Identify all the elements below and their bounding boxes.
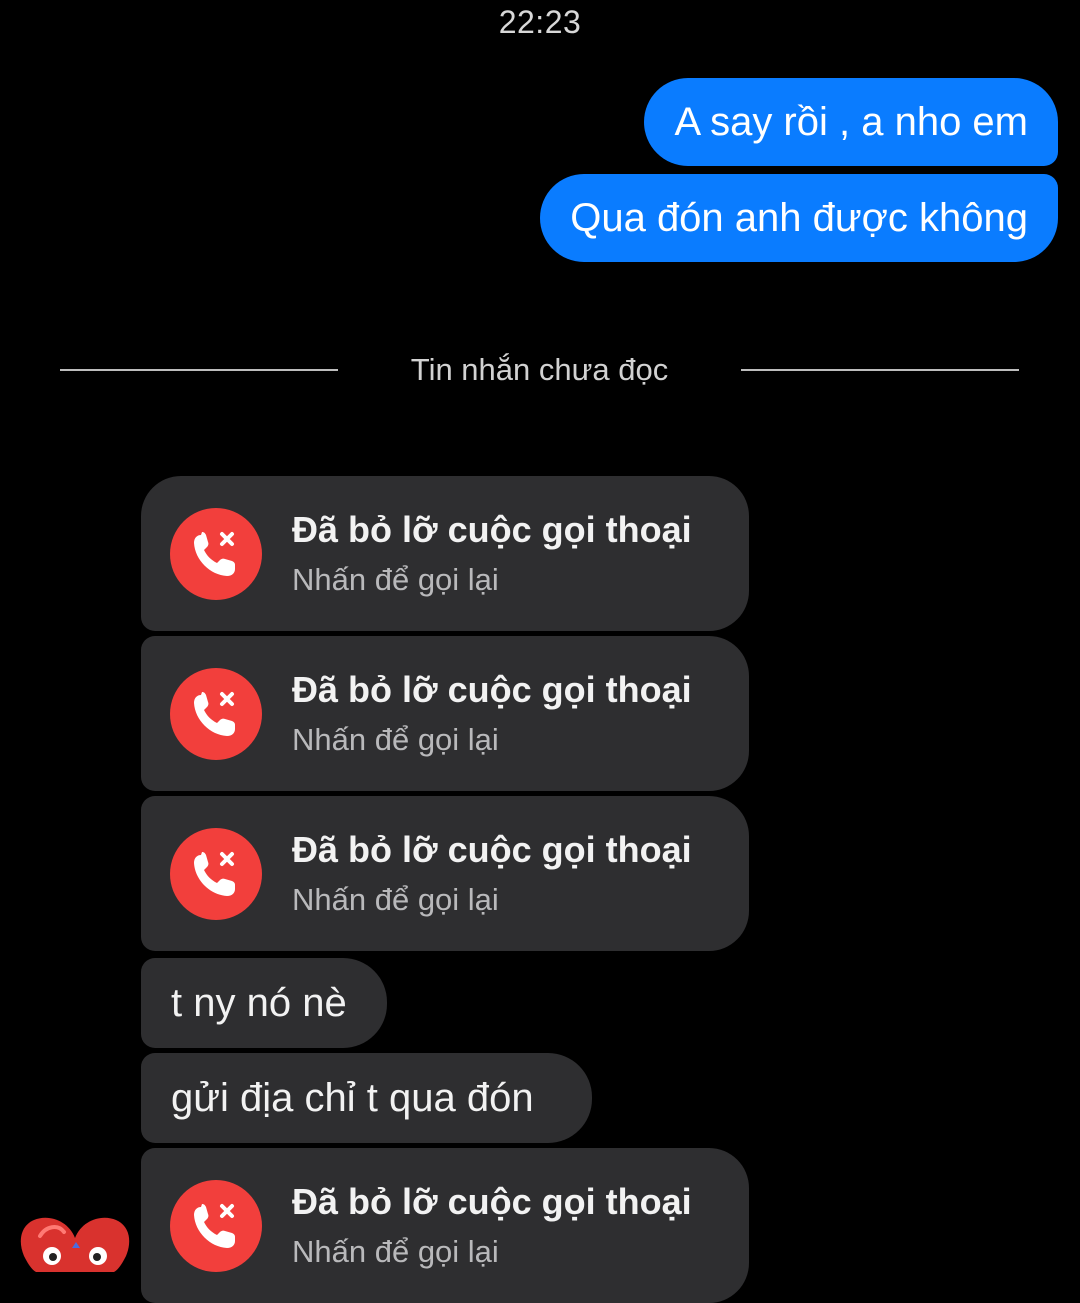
missed-call-title: Đã bỏ lỡ cuộc gọi thoại [292,669,692,710]
message-timestamp: 22:23 [498,4,582,40]
missed-call-card[interactable]: Đã bỏ lỡ cuộc gọi thoại Nhấn để gọi lại [141,476,749,631]
unread-messages-divider: Tin nhắn chưa đọc [0,350,1080,390]
unread-divider-label: Tin nhắn chưa đọc [410,352,669,387]
divider-line [60,369,338,371]
missed-call-title: Đã bỏ lỡ cuộc gọi thoại [292,1181,692,1222]
outgoing-message-bubble[interactable]: Qua đón anh được không [540,174,1058,262]
missed-call-card[interactable]: Đã bỏ lỡ cuộc gọi thoại Nhấn để gọi lại [141,1148,749,1303]
divider-line [741,369,1019,371]
missed-call-icon [170,508,262,600]
outgoing-message-bubble[interactable]: A say rồi , a nho em [644,78,1058,166]
missed-call-title: Đã bỏ lỡ cuộc gọi thoại [292,509,692,550]
call-back-hint: Nhấn để gọi lại [292,562,499,597]
missed-call-icon [170,1180,262,1272]
missed-call-title: Đã bỏ lỡ cuộc gọi thoại [292,829,692,870]
call-back-hint: Nhấn để gọi lại [292,722,499,757]
incoming-message-bubble[interactable]: gửi địa chỉ t qua đón [141,1053,592,1143]
missed-call-card[interactable]: Đã bỏ lỡ cuộc gọi thoại Nhấn để gọi lại [141,636,749,791]
call-back-hint: Nhấn để gọi lại [292,882,499,917]
incoming-message-bubble[interactable]: t ny nó nè [141,958,387,1048]
missed-call-card[interactable]: Đã bỏ lỡ cuộc gọi thoại Nhấn để gọi lại [141,796,749,951]
missed-call-icon [170,828,262,920]
call-back-hint: Nhấn để gọi lại [292,1234,499,1269]
missed-call-icon [170,668,262,760]
sender-avatar-heart-icon[interactable] [18,1212,132,1272]
